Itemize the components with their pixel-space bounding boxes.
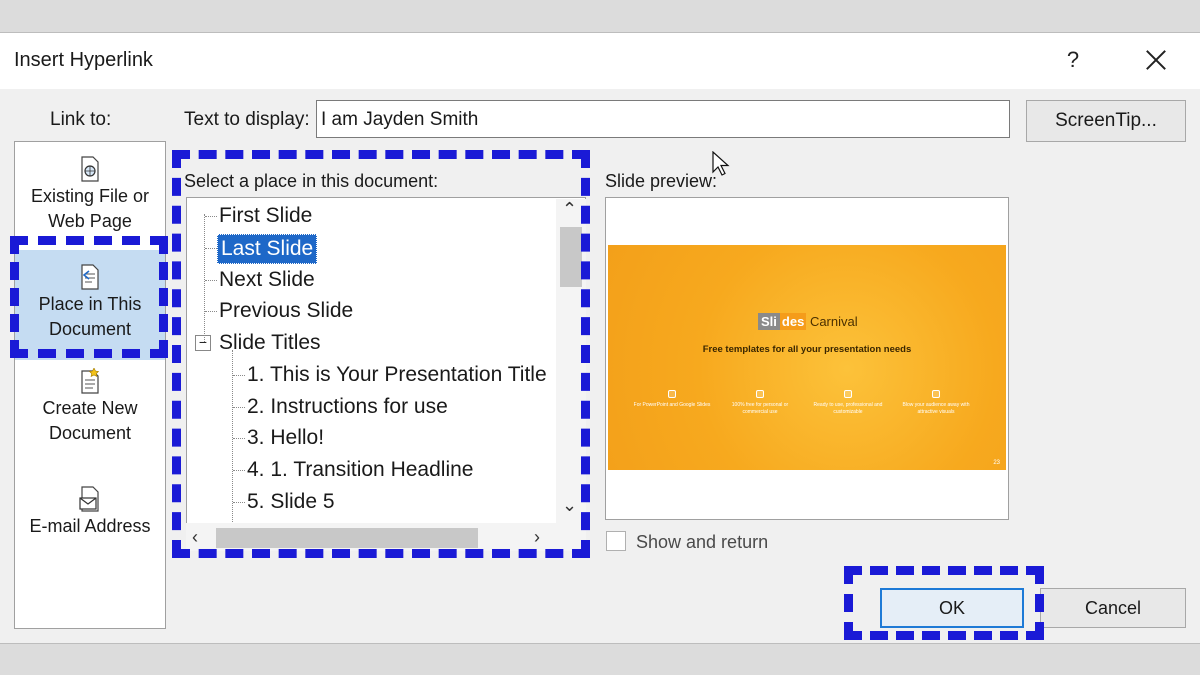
slide-tagline: Free templates for all your presentation… [702,344,912,355]
help-button[interactable]: ? [1058,45,1088,75]
close-icon[interactable] [1138,43,1174,79]
link-to-item-label: Create New [42,398,138,418]
dialog-title: Insert Hyperlink [14,49,153,71]
highlight-place-in-document [10,236,168,358]
logo-part: Carnival [809,314,858,329]
feature-text: For PowerPoint and Google Slides [633,402,711,408]
link-to-item-label: Existing File or [30,186,150,206]
email-icon [79,486,99,512]
highlight-place-tree [172,150,590,558]
slide-feature: For PowerPoint and Google Slides [632,390,712,409]
slide-preview-label: Slide preview: [605,171,718,191]
feature-icon [844,390,852,398]
screentip-button[interactable]: ScreenTip... [1026,100,1186,142]
feature-icon [932,390,940,398]
logo-part: des [779,313,807,330]
feature-icon [668,390,676,398]
slide-feature: 100% free for personal or commercial use [720,390,800,416]
link-to-panel: Existing File or Web Page Place in This … [14,141,166,629]
globe-file-icon [81,156,99,182]
slide-preview-image: Sli des Carnival Free templates for all y… [608,245,1006,470]
slide-feature: Blow your audience away with attractive … [896,390,976,416]
slides-carnival-logo: Sli des Carnival [758,313,858,330]
show-and-return-label: Show and return [636,532,769,552]
link-to-email-address[interactable]: E-mail Address [15,486,165,539]
text-to-display-input[interactable]: I am Jayden Smith [316,100,1010,138]
feature-text: Ready to use, professional and customiza… [813,402,883,415]
cancel-button[interactable]: Cancel [1040,588,1186,628]
logo-part: Sli [758,313,780,330]
new-document-icon [81,368,100,394]
link-to-label: Link to: [50,109,112,130]
link-to-existing-file[interactable]: Existing File or Web Page [15,156,165,234]
show-and-return-checkbox[interactable] [606,531,626,551]
link-to-create-new-document[interactable]: Create New Document [15,368,165,446]
slide-page-number: 23 [993,460,1000,466]
feature-text: Blow your audience away with attractive … [902,402,970,415]
slide-feature: Ready to use, professional and customiza… [808,390,888,416]
title-bar: Insert Hyperlink ? [0,33,1200,89]
feature-text: 100% free for personal or commercial use [731,402,789,415]
highlight-ok-button [844,566,1044,640]
link-to-item-label: Document [48,423,132,443]
mouse-cursor-icon [712,151,730,176]
link-to-item-label: E-mail Address [29,516,151,536]
text-to-display-label: Text to display: [184,109,310,130]
feature-icon [756,390,764,398]
link-to-item-label: Web Page [48,211,132,231]
